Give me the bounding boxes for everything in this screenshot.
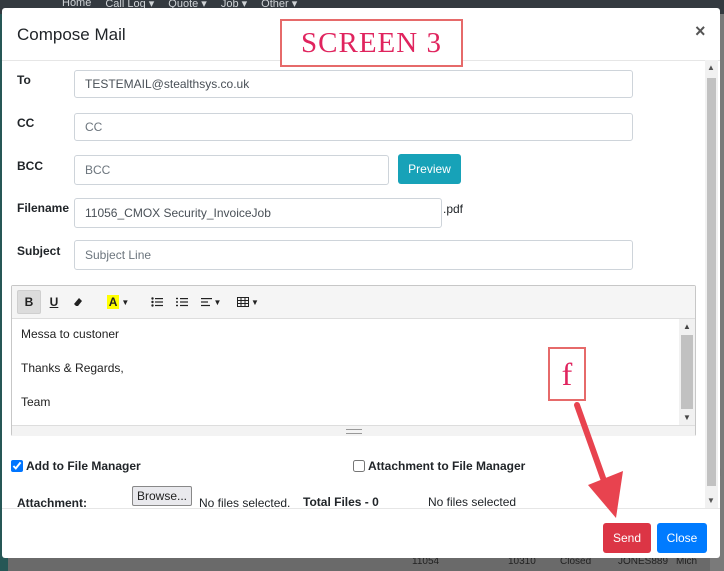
table-button[interactable]: ▼: [234, 290, 262, 314]
highlight-icon: A: [106, 295, 120, 309]
eraser-button[interactable]: [68, 290, 88, 314]
close-button[interactable]: Close: [657, 523, 707, 553]
modal-footer: Send Close: [2, 508, 720, 559]
attachment-to-file-manager-checkbox[interactable]: [353, 460, 365, 472]
editor-toolbar: B U A ▼ ▼ ▼: [12, 286, 695, 319]
add-to-file-manager-option[interactable]: Add to File Manager: [11, 459, 141, 473]
underline-button[interactable]: U: [44, 290, 64, 314]
filename-label: Filename: [17, 201, 70, 215]
subject-label: Subject: [17, 244, 61, 258]
table-icon: [237, 297, 250, 307]
cc-input[interactable]: [74, 113, 633, 141]
bold-icon: B: [24, 295, 34, 309]
chevron-down-icon: ▼: [251, 297, 259, 307]
chevron-up-icon[interactable]: ▲: [707, 63, 715, 72]
browse-button[interactable]: Browse...: [132, 486, 193, 506]
preview-button[interactable]: Preview: [398, 154, 461, 184]
bcc-input[interactable]: [74, 155, 389, 185]
bullet-list-button[interactable]: [147, 290, 167, 314]
file-manager-no-files-text: No files selected: [428, 495, 517, 508]
compose-mail-modal: Compose Mail × To CC BCC Preview Filenam…: [2, 8, 720, 558]
screen-annotation-label: SCREEN 3: [280, 19, 463, 67]
eraser-icon: [74, 298, 82, 306]
editor-line-1: Messa to custoner: [21, 327, 120, 341]
chevron-down-icon: ▼: [213, 297, 222, 307]
modal-title: Compose Mail: [17, 25, 126, 44]
filename-extension: .pdf: [443, 202, 464, 216]
to-input[interactable]: [74, 70, 633, 98]
close-icon[interactable]: ×: [695, 21, 706, 42]
highlight-color-button[interactable]: A ▼: [100, 290, 136, 314]
editor-scroll-thumb[interactable]: [681, 335, 693, 409]
total-files-count: Total Files - 0: [303, 495, 379, 508]
attachment-to-file-manager-label: Attachment to File Manager: [368, 459, 526, 473]
editor-resize-handle[interactable]: [12, 425, 695, 436]
to-label: To: [17, 73, 31, 87]
filename-input[interactable]: [74, 198, 442, 228]
cc-label: CC: [17, 116, 35, 130]
numbered-list-button[interactable]: [172, 290, 192, 314]
send-button[interactable]: Send: [603, 523, 651, 553]
attachment-to-file-manager-option[interactable]: Attachment to File Manager: [353, 459, 525, 473]
chevron-down-icon: ▼: [121, 297, 130, 307]
align-left-icon: [200, 298, 212, 307]
grip-icon: [346, 429, 362, 434]
subject-input[interactable]: [74, 240, 633, 270]
bullet-list-icon: [151, 297, 163, 307]
chevron-down-icon[interactable]: ▼: [707, 496, 715, 505]
numbered-list-icon: [176, 297, 188, 307]
no-files-selected-text: No files selected.: [199, 496, 291, 508]
underline-icon: U: [49, 295, 59, 309]
step-annotation-label: f: [548, 347, 586, 401]
add-to-file-manager-checkbox[interactable]: [11, 460, 23, 472]
bcc-label: BCC: [17, 159, 43, 173]
chevron-down-icon[interactable]: ▼: [683, 413, 691, 422]
chevron-up-icon[interactable]: ▲: [683, 322, 691, 331]
modal-scroll-thumb[interactable]: [707, 78, 716, 486]
modal-body: To CC BCC Preview Filename .pdf Subject …: [2, 60, 720, 508]
modal-scrollbar[interactable]: ▲ ▼: [705, 60, 718, 508]
align-button[interactable]: ▼: [197, 290, 225, 314]
editor-scrollbar[interactable]: ▲ ▼: [679, 319, 695, 425]
bold-button[interactable]: B: [17, 290, 41, 314]
message-editor: B U A ▼ ▼ ▼ Messa to custoner Thanks & R…: [11, 285, 696, 436]
attachment-label: Attachment:: [17, 496, 88, 508]
add-to-file-manager-label: Add to File Manager: [26, 459, 141, 473]
